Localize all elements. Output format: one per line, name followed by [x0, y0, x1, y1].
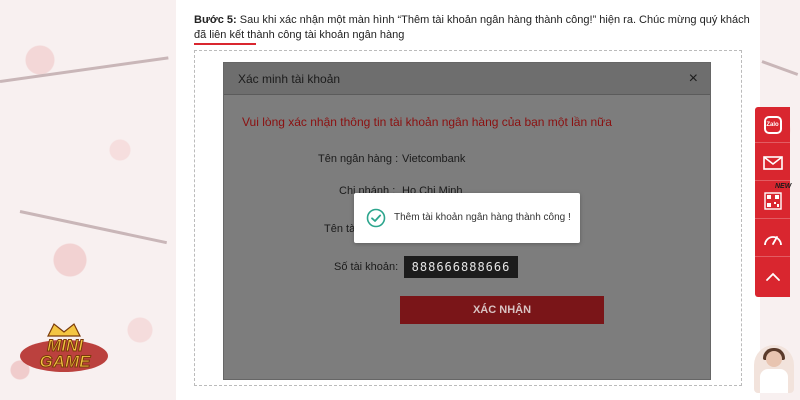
check-circle-icon: [366, 208, 386, 228]
toast-message: Thêm tài khoản ngân hàng thành công !: [394, 212, 571, 223]
speed-button[interactable]: [755, 221, 790, 257]
account-number-value: 888666888666: [404, 256, 518, 278]
bank-name-label: Tên ngân hàng :: [318, 153, 399, 165]
bank-name-value: Vietcombank: [402, 153, 466, 165]
minigame-logo[interactable]: MINI GAME: [18, 318, 110, 374]
confirm-button[interactable]: XÁC NHẬN: [400, 296, 604, 324]
success-toast: Thêm tài khoản ngân hàng thành công !: [354, 193, 580, 243]
account-number-label: Số tài khoản:: [334, 261, 399, 273]
zalo-button[interactable]: Zalo: [755, 107, 790, 143]
modal-title: Xác minh tài khoản: [238, 72, 341, 86]
scroll-top-button[interactable]: [755, 259, 790, 295]
social-side-bar: Zalo: [755, 107, 790, 297]
step-description: Bước 5: Sau khi xác nhận một màn hình “T…: [194, 13, 754, 43]
step-prefix: Bước 5:: [194, 14, 237, 26]
logo-text: MINI GAME: [39, 336, 91, 371]
modal-header: Xác minh tài khoản ×: [224, 63, 710, 95]
speedometer-icon: [763, 235, 782, 245]
new-badge: NEW: [775, 183, 792, 190]
confirm-warning: Vui lòng xác nhận thông tin tài khoản ng…: [242, 115, 612, 129]
mail-button[interactable]: [755, 145, 790, 181]
support-avatar[interactable]: [754, 345, 794, 393]
close-icon[interactable]: ×: [689, 70, 698, 88]
zalo-icon: Zalo: [763, 115, 782, 134]
chevron-up-icon: [765, 272, 780, 281]
step-text: Sau khi xác nhận một màn hình “Thêm tài …: [194, 14, 750, 41]
link-underline: [194, 43, 256, 45]
qr-code-icon: [763, 191, 782, 210]
mail-icon: [762, 155, 783, 170]
